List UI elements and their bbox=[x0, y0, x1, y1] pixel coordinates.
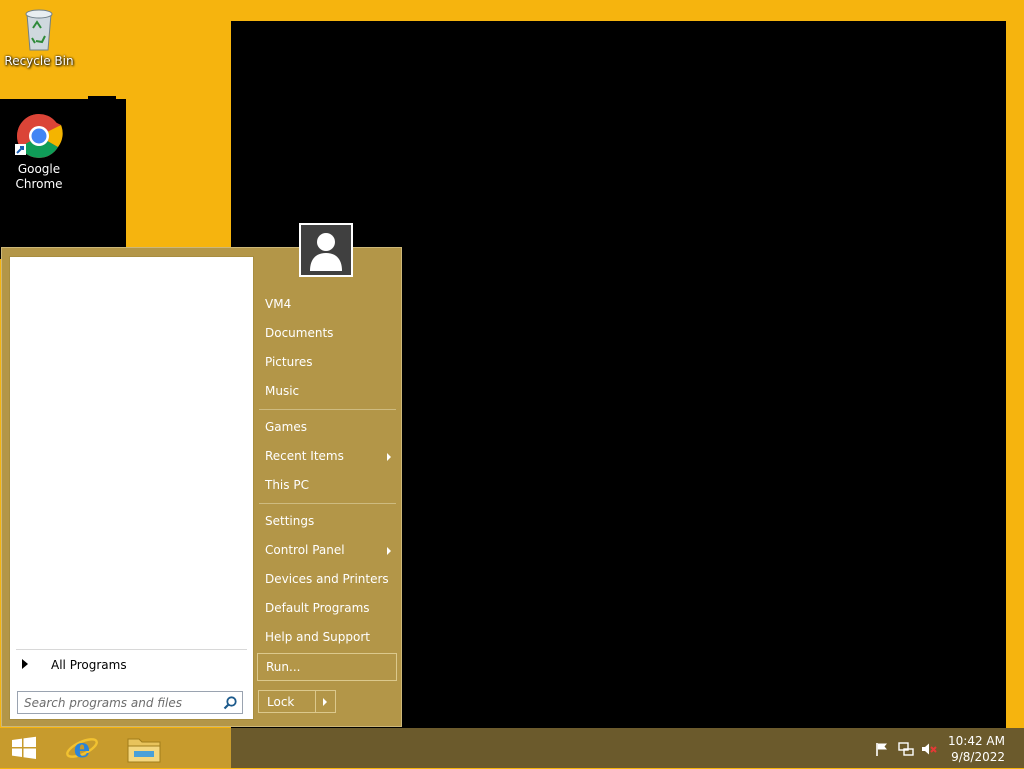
menu-item-label: Pictures bbox=[265, 355, 313, 369]
black-region-notch bbox=[88, 96, 116, 101]
clock-time: 10:42 AM bbox=[948, 734, 1005, 748]
lock-button[interactable]: Lock bbox=[258, 690, 336, 713]
search-box[interactable] bbox=[17, 691, 243, 714]
file-explorer-button[interactable] bbox=[124, 730, 164, 766]
windows-start-icon bbox=[12, 736, 36, 759]
internet-explorer-button[interactable]: e bbox=[62, 730, 102, 766]
all-programs-button[interactable]: All Programs bbox=[18, 655, 246, 677]
file-explorer-icon bbox=[127, 738, 161, 763]
chrome-icon bbox=[15, 114, 63, 158]
menu-item-run[interactable]: Run... bbox=[257, 653, 397, 681]
menu-item-label: Help and Support bbox=[265, 630, 370, 644]
user-avatar[interactable] bbox=[299, 223, 353, 277]
internet-explorer-icon: e bbox=[66, 734, 98, 764]
desktop-icon-google-chrome[interactable]: Google Chrome bbox=[1, 112, 77, 192]
recycle-bin-icon bbox=[25, 9, 53, 51]
taskbar-clock[interactable]: 10:42 AM 9/8/2022 bbox=[948, 733, 1005, 765]
menu-item-documents[interactable]: Documents bbox=[257, 320, 397, 347]
menu-item-recent-items[interactable]: Recent Items bbox=[257, 443, 397, 470]
volume-muted-icon[interactable] bbox=[921, 741, 937, 757]
menu-item-label: Devices and Printers bbox=[265, 572, 389, 586]
menu-item-music[interactable]: Music bbox=[257, 378, 397, 405]
triangle-right-icon bbox=[22, 659, 28, 669]
all-programs-label: All Programs bbox=[51, 658, 127, 672]
submenu-arrow-icon bbox=[387, 453, 391, 461]
svg-text:e: e bbox=[74, 734, 91, 764]
programs-pane: All Programs bbox=[9, 256, 254, 720]
power-options-arrow-icon[interactable] bbox=[323, 698, 327, 706]
start-button[interactable] bbox=[4, 730, 44, 766]
menu-item-this-pc[interactable]: This PC bbox=[257, 472, 397, 499]
submenu-arrow-icon bbox=[387, 547, 391, 555]
menu-separator bbox=[259, 503, 396, 504]
menu-item-pictures[interactable]: Pictures bbox=[257, 349, 397, 376]
menu-item-label: Control Panel bbox=[265, 543, 345, 557]
clock-date: 9/8/2022 bbox=[951, 750, 1005, 764]
menu-item-help-support[interactable]: Help and Support bbox=[257, 624, 397, 651]
menu-item-label: Settings bbox=[265, 514, 315, 528]
divider bbox=[16, 649, 247, 650]
menu-item-control-panel[interactable]: Control Panel bbox=[257, 537, 397, 564]
menu-item-label: VM4 bbox=[265, 297, 292, 311]
menu-item-devices-printers[interactable]: Devices and Printers bbox=[257, 566, 397, 593]
search-input[interactable] bbox=[18, 692, 214, 713]
menu-item-label: Run... bbox=[266, 660, 301, 674]
menu-item-label: Music bbox=[265, 384, 300, 398]
menu-item-vm4[interactable]: VM4 bbox=[257, 291, 397, 318]
desktop-icon-label-line1: Google bbox=[17, 162, 61, 176]
desktop-icon-label-line2: Chrome bbox=[15, 177, 63, 191]
menu-item-settings[interactable]: Settings bbox=[257, 508, 397, 535]
menu-item-label: Games bbox=[265, 420, 307, 434]
menu-item-label: Recent Items bbox=[265, 449, 344, 463]
lock-label: Lock bbox=[267, 695, 295, 709]
menu-item-default-programs[interactable]: Default Programs bbox=[257, 595, 397, 622]
user-icon bbox=[310, 233, 342, 271]
menu-item-label: Default Programs bbox=[265, 601, 370, 615]
menu-separator bbox=[259, 409, 396, 410]
menu-item-label: This PC bbox=[265, 478, 309, 492]
search-icon[interactable] bbox=[222, 695, 238, 711]
menu-item-games[interactable]: Games bbox=[257, 414, 397, 441]
network-icon[interactable] bbox=[898, 741, 914, 757]
desktop-icon-label: Recycle Bin bbox=[4, 54, 74, 68]
desktop-icon-recycle-bin[interactable]: Recycle Bin bbox=[1, 6, 77, 69]
menu-item-label: Documents bbox=[265, 326, 334, 340]
split-divider bbox=[315, 691, 316, 712]
action-center-flag-icon[interactable] bbox=[874, 741, 890, 757]
